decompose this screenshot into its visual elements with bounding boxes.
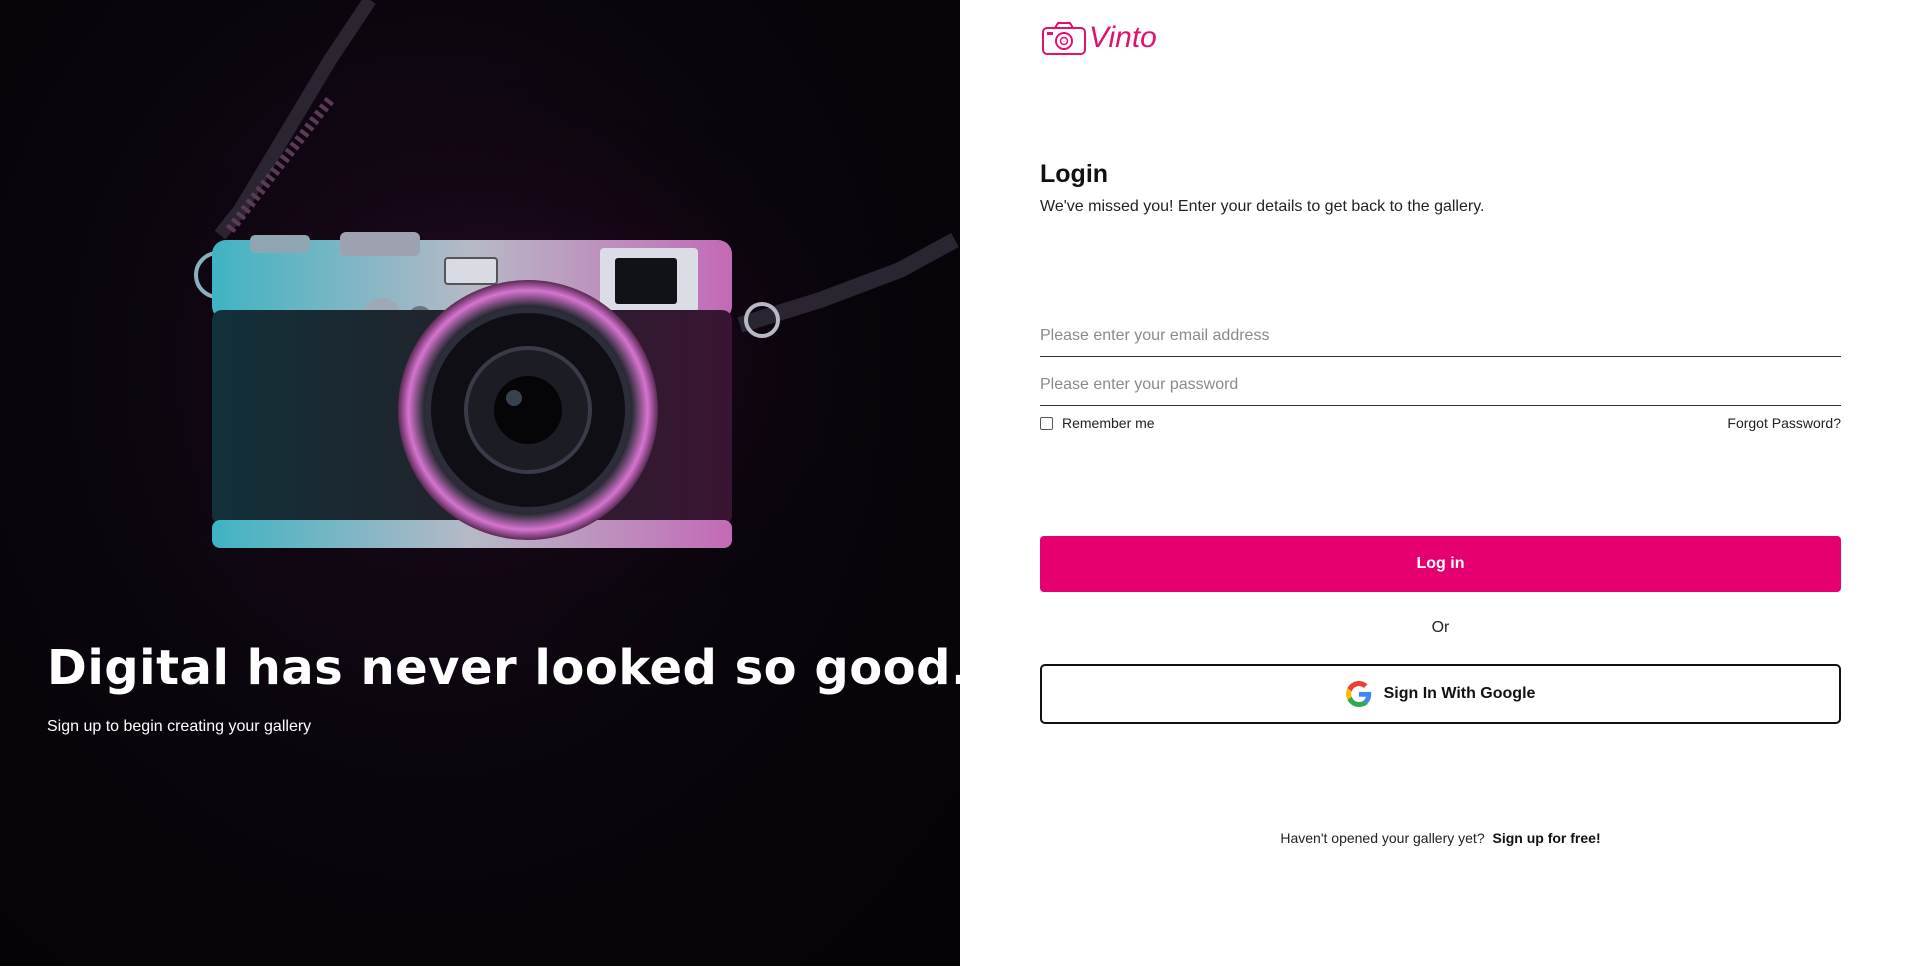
brand-logo[interactable]: Vinto [1041,20,1157,56]
remember-label: Remember me [1062,415,1155,431]
login-panel [960,0,1919,966]
signup-link[interactable]: Sign up for free! [1493,830,1601,846]
google-button-label: Sign In With Google [1383,685,1536,702]
login-title: Login [1040,160,1109,188]
login-subtitle: We've missed you! Enter your details to … [1040,198,1485,215]
login-button[interactable]: Log in [1040,536,1841,592]
signup-prompt: Haven't opened your gallery yet? Sign up… [1040,830,1841,846]
signup-prompt-text: Haven't opened your gallery yet? [1280,830,1485,846]
forgot-password-link[interactable]: Forgot Password? [1727,415,1841,431]
camera-logo-icon [1042,22,1086,55]
email-field[interactable] [1040,316,1841,357]
remember-me[interactable]: Remember me [1040,415,1155,431]
remember-checkbox[interactable] [1040,416,1053,430]
hero-subtext: Sign up to begin creating your gallery [47,718,312,735]
brand-name: Vinto [1089,21,1157,54]
hero-headline: Digital has never looked so good. [47,640,960,696]
password-field[interactable] [1040,365,1841,406]
google-signin-button[interactable]: Sign In With Google [1040,664,1841,724]
hero-panel: Digital has never looked so good. Sign u… [0,0,960,966]
google-icon [1345,681,1371,707]
camera-photo [100,0,959,660]
or-divider: Or [1431,619,1450,636]
